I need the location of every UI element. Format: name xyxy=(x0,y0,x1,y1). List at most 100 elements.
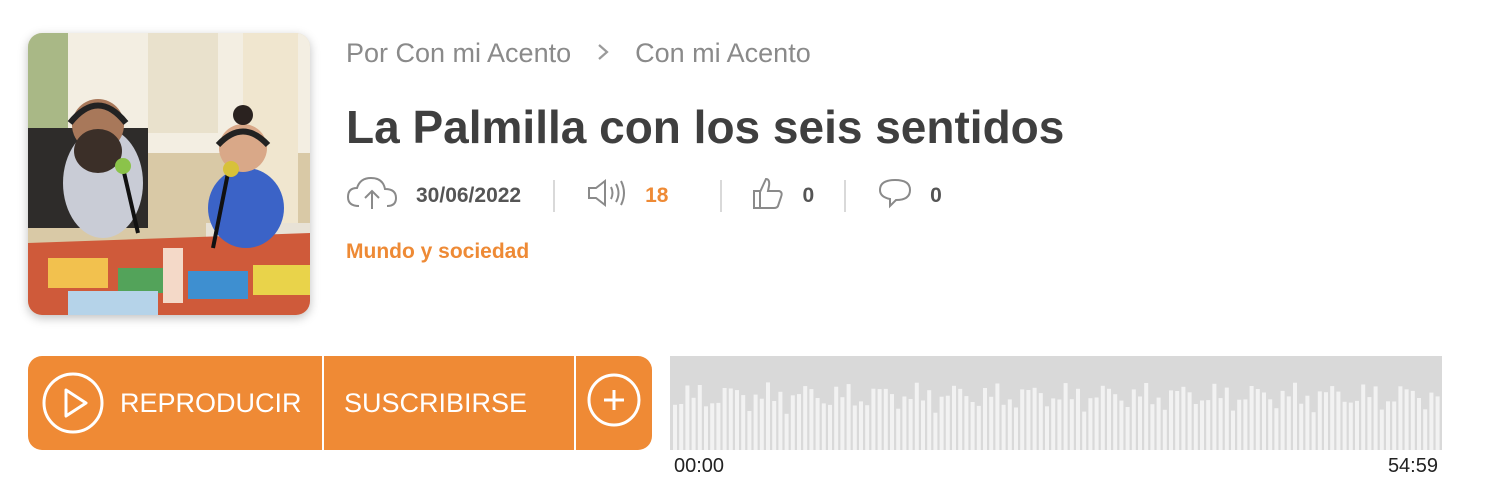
waveform-bar xyxy=(1069,399,1074,450)
waveform-bar xyxy=(1076,388,1080,450)
upload-date-stat: 30/06/2022 xyxy=(346,175,521,217)
waveform-bar xyxy=(921,400,925,450)
waveform-bar xyxy=(1218,398,1223,450)
comment-bubble-icon[interactable] xyxy=(878,177,912,215)
waveform-bar xyxy=(1045,406,1049,450)
waveform-bar xyxy=(1231,410,1235,450)
waveform-bar xyxy=(871,388,876,450)
waveform-bar xyxy=(908,399,913,450)
waveform-bar xyxy=(902,396,907,450)
duration: 54:59 xyxy=(1387,455,1438,477)
waveform-bar xyxy=(797,394,801,450)
breadcrumb-author-link[interactable]: Por Con mi Acento xyxy=(346,38,571,69)
waveform-bar xyxy=(1392,401,1397,450)
stats-divider xyxy=(720,180,723,212)
breadcrumb: Por Con mi Acento Con mi Acento xyxy=(346,38,811,69)
waveform-bar xyxy=(716,402,721,450)
waveform-bar xyxy=(890,394,894,450)
waveform-bar xyxy=(983,388,987,450)
plays-count: 18 xyxy=(645,184,669,207)
waveform-bar xyxy=(1094,397,1099,450)
waveform-bar xyxy=(828,404,832,450)
waveform-bar xyxy=(673,404,677,450)
waveform-bar xyxy=(1423,409,1428,450)
waveform-bar xyxy=(1348,402,1353,450)
likes-stat[interactable]: 0 xyxy=(752,176,814,216)
subscribe-button[interactable]: SUSCRIBIRSE xyxy=(324,356,576,450)
stats-divider xyxy=(553,180,556,212)
waveform-bar xyxy=(1144,383,1149,450)
waveform-bar xyxy=(1150,404,1155,450)
waveform-bar xyxy=(1125,407,1130,450)
current-time: 00:00 xyxy=(674,455,725,477)
waveform-bar xyxy=(1305,395,1310,450)
waveform-bar xyxy=(1175,391,1180,450)
waveform-bar xyxy=(728,388,733,450)
more-options-button[interactable] xyxy=(576,356,652,450)
waveform-bar xyxy=(883,388,888,450)
waveform-bar xyxy=(1268,399,1273,450)
waveform-bar xyxy=(1342,401,1347,450)
waveform-bar xyxy=(840,397,845,450)
breadcrumb-program-link[interactable]: Con mi Acento xyxy=(635,38,811,69)
waveform-bar xyxy=(1299,403,1304,450)
waveform-bar xyxy=(1262,392,1266,450)
waveform-bar xyxy=(1324,392,1328,450)
chevron-right-icon xyxy=(571,38,635,69)
waveform-bar xyxy=(1361,384,1366,450)
waveform-bar xyxy=(1082,411,1087,450)
waveform-bar xyxy=(772,401,777,450)
waveform-bar xyxy=(1435,396,1440,450)
waveform-bar xyxy=(927,390,932,450)
waveform-bar xyxy=(1107,388,1111,450)
waveform-bar xyxy=(1410,390,1415,450)
upload-date: 30/06/2022 xyxy=(416,184,522,207)
waveform-bar xyxy=(1255,389,1260,450)
player-actions-bar: REPRODUCIR SUSCRIBIRSE xyxy=(28,356,652,450)
thumbs-up-icon[interactable] xyxy=(752,176,784,216)
waveform-bar xyxy=(735,390,739,450)
waveform-bar xyxy=(1280,390,1285,450)
waveform-bar xyxy=(1404,389,1409,450)
play-button[interactable]: REPRODUCIR xyxy=(28,356,324,450)
waveform-bar xyxy=(1398,386,1403,450)
waveform-bar xyxy=(1237,399,1242,450)
waveform-bar xyxy=(803,386,808,450)
waveform-bar xyxy=(815,398,820,450)
waveform-bar xyxy=(1379,409,1384,450)
waveform-bar xyxy=(970,402,975,450)
waveform-bar xyxy=(1286,396,1291,450)
comments-stat[interactable]: 0 xyxy=(878,177,942,215)
waveform-bar xyxy=(778,391,783,450)
waveform-bar xyxy=(1001,404,1006,450)
waveform-bar xyxy=(1057,399,1062,450)
waveform-bar xyxy=(1038,393,1043,450)
episode-title: La Palmilla con los seis sentidos xyxy=(346,101,1065,153)
waveform-bar xyxy=(741,395,746,450)
waveform-bar xyxy=(784,413,789,450)
waveform-bar xyxy=(1014,407,1018,450)
waveform-bar xyxy=(852,405,857,450)
waveform-seekbar[interactable] xyxy=(670,356,1442,450)
waveform-bar xyxy=(1063,383,1068,450)
comments-count: 0 xyxy=(930,184,942,207)
waveform-bar xyxy=(933,412,938,450)
subscribe-button-label: SUSCRIBIRSE xyxy=(344,387,528,418)
waveform-bar xyxy=(704,406,708,450)
waveform-bar xyxy=(1336,391,1341,450)
waveform-bar xyxy=(1007,399,1012,450)
episode-stats: 30/06/2022 18 0 0 xyxy=(346,172,942,220)
waveform-bar xyxy=(1051,398,1056,450)
podcast-cover-image[interactable] xyxy=(28,33,310,315)
waveform-bar xyxy=(1355,400,1359,450)
waveform-bar xyxy=(722,388,727,450)
waveform-bar xyxy=(1206,400,1211,450)
waveform-bar xyxy=(747,411,752,450)
waveform-bar xyxy=(859,401,863,450)
waveform-bar xyxy=(1193,404,1198,450)
waveform-bar xyxy=(1367,397,1372,450)
category-link[interactable]: Mundo y sociedad xyxy=(346,240,529,264)
waveform-bar xyxy=(1293,382,1297,450)
waveform-bar xyxy=(952,385,956,450)
waveform-bar xyxy=(679,404,684,450)
